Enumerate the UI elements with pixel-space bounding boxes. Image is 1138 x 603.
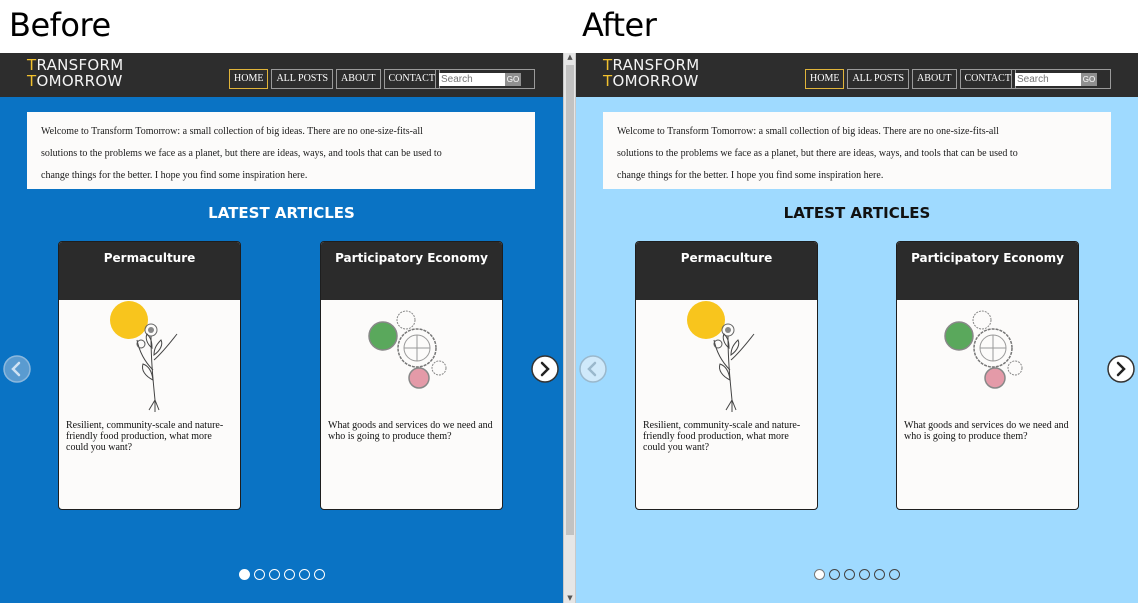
search-box: GO — [435, 69, 535, 89]
carousel-dot[interactable] — [859, 569, 870, 580]
scroll-down-icon[interactable]: ▼ — [565, 594, 575, 602]
card-title: Permaculture — [59, 242, 240, 300]
carousel-prev-button[interactable] — [579, 355, 607, 383]
welcome-line: solutions to the problems we face as a p… — [617, 148, 1018, 159]
card-description: Resilient, community-scale and nature-fr… — [643, 420, 801, 453]
carousel-dot[interactable] — [313, 569, 325, 580]
before-label: Before — [9, 6, 111, 44]
carousel-prev-button[interactable] — [3, 355, 31, 383]
card-description: What goods and services do we need and w… — [328, 420, 493, 442]
scrollbar[interactable]: ▲ ▼ — [563, 53, 576, 603]
main-nav: HOME ALL POSTS ABOUT CONTACT — [805, 69, 1016, 89]
welcome-box: Welcome to Transform Tomorrow: a small c… — [603, 112, 1111, 189]
carousel-next-button[interactable] — [1107, 355, 1135, 383]
carousel-dot[interactable] — [889, 569, 900, 580]
chevron-left-icon — [3, 355, 31, 383]
gears-illustration-icon — [944, 310, 1023, 389]
carousel-dot[interactable] — [253, 569, 265, 580]
scrollbar-thumb[interactable] — [566, 65, 574, 535]
main-nav: HOME ALL POSTS ABOUT CONTACT — [229, 69, 440, 89]
welcome-line: change things for the better. I hope you… — [41, 170, 308, 181]
welcome-line: solutions to the problems we face as a p… — [41, 148, 442, 159]
chevron-right-icon — [531, 355, 559, 383]
site-header: TRANSFORM TOMORROW HOME ALL POSTS ABOUT … — [576, 53, 1138, 97]
gears-illustration-icon — [368, 310, 447, 389]
after-screenshot: TRANSFORM TOMORROW HOME ALL POSTS ABOUT … — [576, 53, 1138, 603]
search-input[interactable] — [439, 73, 505, 86]
search-go-button[interactable]: GO — [1081, 73, 1097, 86]
chevron-right-icon — [1107, 355, 1135, 383]
after-label: After — [582, 6, 657, 44]
before-screenshot: TRANSFORM TOMORROW HOME ALL POSTS ABOUT … — [0, 53, 563, 603]
nav-all-posts[interactable]: ALL POSTS — [847, 69, 910, 89]
card-description: Resilient, community-scale and nature-fr… — [66, 420, 224, 453]
carousel-dot[interactable] — [874, 569, 885, 580]
page-content: Welcome to Transform Tomorrow: a small c… — [576, 97, 1138, 603]
carousel-dot[interactable] — [814, 569, 825, 580]
card-title: Participatory Economy — [321, 242, 502, 300]
article-card-participatory-economy[interactable]: Participatory Economy What goods and ser… — [320, 241, 503, 510]
carousel-next-button[interactable] — [531, 355, 559, 383]
plant-illustration-icon — [687, 301, 755, 412]
nav-home[interactable]: HOME — [805, 69, 845, 89]
nav-home[interactable]: HOME — [229, 69, 269, 89]
welcome-line: Welcome to Transform Tomorrow: a small c… — [617, 126, 999, 137]
search-input[interactable] — [1015, 73, 1081, 86]
nav-all-posts[interactable]: ALL POSTS — [271, 69, 334, 89]
carousel-dot[interactable] — [829, 569, 840, 580]
nav-contact[interactable]: CONTACT — [959, 69, 1016, 89]
welcome-line: change things for the better. I hope you… — [617, 170, 884, 181]
search-box: GO — [1011, 69, 1111, 89]
site-logo[interactable]: TRANSFORM TOMORROW — [603, 57, 700, 89]
nav-contact[interactable]: CONTACT — [383, 69, 440, 89]
welcome-box: Welcome to Transform Tomorrow: a small c… — [27, 112, 535, 189]
plant-illustration-icon — [110, 301, 178, 412]
carousel-dot[interactable] — [298, 569, 310, 580]
article-card-permaculture[interactable]: Permaculture Resilient, community-scale … — [58, 241, 241, 510]
card-title: Permaculture — [636, 242, 817, 300]
scroll-up-icon[interactable]: ▲ — [565, 53, 575, 61]
site-logo[interactable]: TRANSFORM TOMORROW — [27, 57, 124, 89]
carousel-pagination — [0, 569, 563, 580]
carousel-dot[interactable] — [238, 569, 250, 580]
latest-articles-heading: LATEST ARTICLES — [783, 204, 931, 222]
carousel-dot[interactable] — [844, 569, 855, 580]
nav-about[interactable]: ABOUT — [336, 69, 381, 89]
carousel-dot[interactable] — [268, 569, 280, 580]
card-description: What goods and services do we need and w… — [904, 420, 1069, 442]
nav-about[interactable]: ABOUT — [912, 69, 957, 89]
article-card-participatory-economy[interactable]: Participatory Economy What goods and ser… — [896, 241, 1079, 510]
card-title: Participatory Economy — [897, 242, 1078, 300]
carousel-pagination — [576, 569, 1138, 580]
latest-articles-heading: LATEST ARTICLES — [208, 204, 355, 222]
site-header: TRANSFORM TOMORROW HOME ALL POSTS ABOUT … — [0, 53, 563, 97]
article-card-permaculture[interactable]: Permaculture Resilient, community-scale … — [635, 241, 818, 510]
search-go-button[interactable]: GO — [505, 73, 521, 86]
chevron-left-icon — [579, 355, 607, 383]
page-content: Welcome to Transform Tomorrow: a small c… — [0, 97, 563, 603]
carousel-dot[interactable] — [283, 569, 295, 580]
welcome-line: Welcome to Transform Tomorrow: a small c… — [41, 126, 423, 137]
